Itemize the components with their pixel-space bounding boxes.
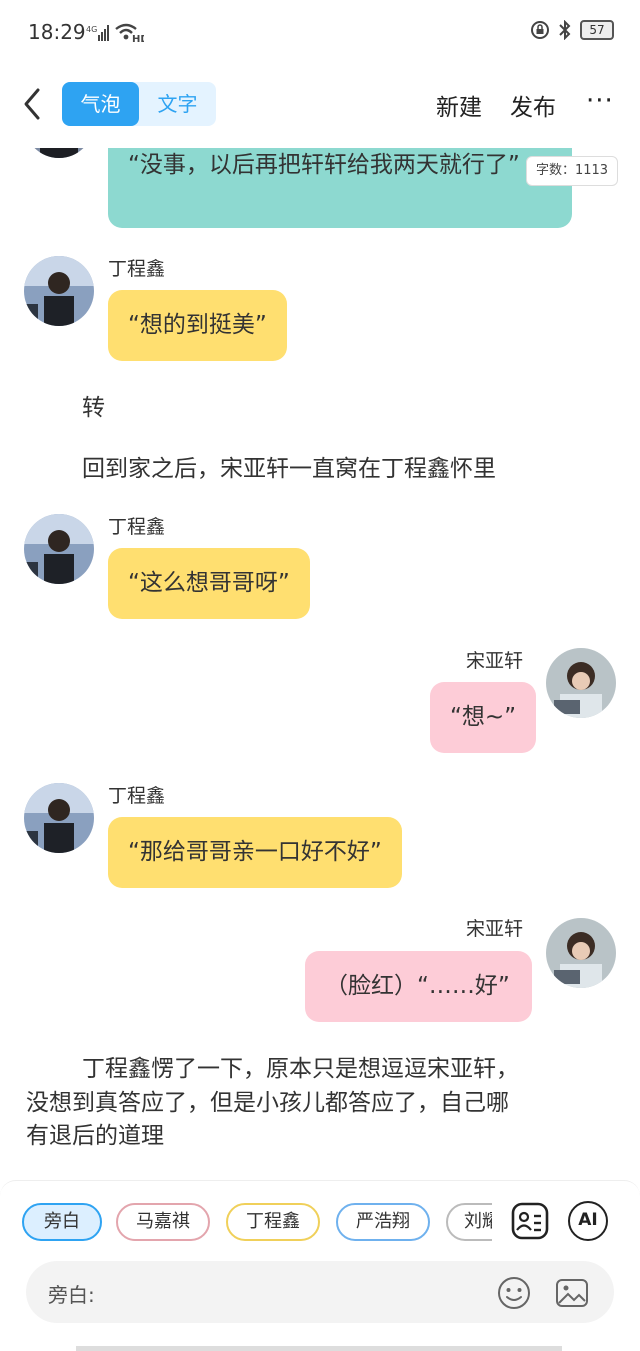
word-count-badge: 字数：1113 xyxy=(526,156,618,186)
new-button[interactable]: 新建 xyxy=(436,88,482,122)
avatar-dingchengxin[interactable] xyxy=(24,514,94,584)
mode-bubble-tab[interactable]: 气泡 xyxy=(62,82,139,126)
network-type: 4G xyxy=(86,25,97,34)
image-icon[interactable] xyxy=(554,1275,590,1311)
message-bubble[interactable]: “那给哥哥亲一口好不好” xyxy=(108,817,402,888)
status-left-icons: 4G HD xyxy=(86,22,144,44)
message-text: “没事，以后再把轩轩给我两天就行了” xyxy=(128,152,520,178)
avatar-dingchengxin[interactable] xyxy=(24,256,94,326)
role-chip-narrator[interactable]: 旁白 xyxy=(22,1203,102,1241)
message-bubble[interactable]: “没事，以后再把轩轩给我两天就行了” xyxy=(108,148,572,228)
status-bar: 18:29 4G HD 57 xyxy=(0,0,640,64)
avatar-songyaxuan[interactable] xyxy=(546,648,616,718)
message-text: “想的到挺美” xyxy=(128,312,267,338)
message-input[interactable] xyxy=(110,1273,490,1311)
avatar-dingchengxin[interactable] xyxy=(24,783,94,853)
message-text: “这么想哥哥呀” xyxy=(128,570,290,596)
signal-icon: 4G xyxy=(86,25,109,41)
speaker-label: 旁白: xyxy=(48,1283,95,1307)
status-time: 18:29 xyxy=(28,20,86,44)
status-right-icons: 57 xyxy=(530,20,614,40)
bottom-indicator xyxy=(76,1346,562,1351)
bottom-panel: 旁白 马嘉祺 丁程鑫 严浩翔 刘耀文 AI 旁白: xyxy=(0,1180,640,1351)
bluetooth-icon xyxy=(559,20,571,40)
role-chip-majiaqi[interactable]: 马嘉祺 xyxy=(116,1203,210,1241)
emoji-icon[interactable] xyxy=(496,1275,532,1311)
speaker-name: 宋亚轩 xyxy=(466,918,524,940)
narration-text[interactable]: 丁程鑫愣了一下，原本只是想逗逗宋亚轩， xyxy=(82,1053,519,1086)
lock-rotation-icon xyxy=(531,21,549,39)
message-bubble[interactable]: （脸红）“……好” xyxy=(305,951,532,1022)
speaker-name: 丁程鑫 xyxy=(108,516,166,538)
message-bubble[interactable]: “想~” xyxy=(430,682,537,753)
ai-button[interactable]: AI xyxy=(568,1201,608,1241)
message-text: “想~” xyxy=(450,704,517,730)
chat-area[interactable]: “没事，以后再把轩轩给我两天就行了” 字数：1113 丁程鑫 “想的到挺美” 转… xyxy=(0,148,640,1178)
more-menu-button[interactable]: ··· xyxy=(586,86,614,116)
mode-text-tab[interactable]: 文字 xyxy=(139,82,216,126)
speaker-name: 丁程鑫 xyxy=(108,785,166,807)
avatar-songyaxuan[interactable] xyxy=(546,918,616,988)
speaker-name: 宋亚轩 xyxy=(466,650,524,672)
role-chip-liuyaowen[interactable]: 刘耀文 xyxy=(446,1203,492,1241)
role-chip-dingchengxin[interactable]: 丁程鑫 xyxy=(226,1203,320,1241)
message-text: （脸红）“……好” xyxy=(325,973,510,999)
speaker-name: 丁程鑫 xyxy=(108,258,166,280)
message-bubble[interactable]: “这么想哥哥呀” xyxy=(108,548,310,619)
role-chip-yanhaoxiang[interactable]: 严浩翔 xyxy=(336,1203,430,1241)
message-bubble[interactable]: “想的到挺美” xyxy=(108,290,287,361)
narration-text[interactable]: 回到家之后，宋亚轩一直窝在丁程鑫怀里 xyxy=(82,453,496,486)
mode-toggle: 气泡 文字 xyxy=(62,82,216,126)
publish-button[interactable]: 发布 xyxy=(510,88,556,122)
narration-text[interactable]: 转 xyxy=(82,392,105,425)
editor-header: 气泡 文字 新建 发布 ··· xyxy=(0,64,640,148)
avatar-dingchengxin xyxy=(24,148,94,158)
wifi-icon: HD xyxy=(115,23,144,44)
role-chips: 旁白 马嘉祺 丁程鑫 严浩翔 刘耀文 xyxy=(20,1203,492,1243)
role-card-icon[interactable] xyxy=(510,1201,550,1241)
ai-label: AI xyxy=(578,1210,598,1230)
wifi-badge: HD xyxy=(132,34,144,44)
back-arrow-icon[interactable] xyxy=(18,84,48,124)
narration-text[interactable]: 没想到真答应了，但是小孩儿都答应了，自己哪 xyxy=(26,1087,509,1120)
message-text: “那给哥哥亲一口好不好” xyxy=(128,839,382,865)
composer: 旁白: xyxy=(26,1261,614,1323)
battery-icon: 57 xyxy=(580,20,614,40)
narration-text[interactable]: 有退后的道理 xyxy=(26,1120,164,1153)
